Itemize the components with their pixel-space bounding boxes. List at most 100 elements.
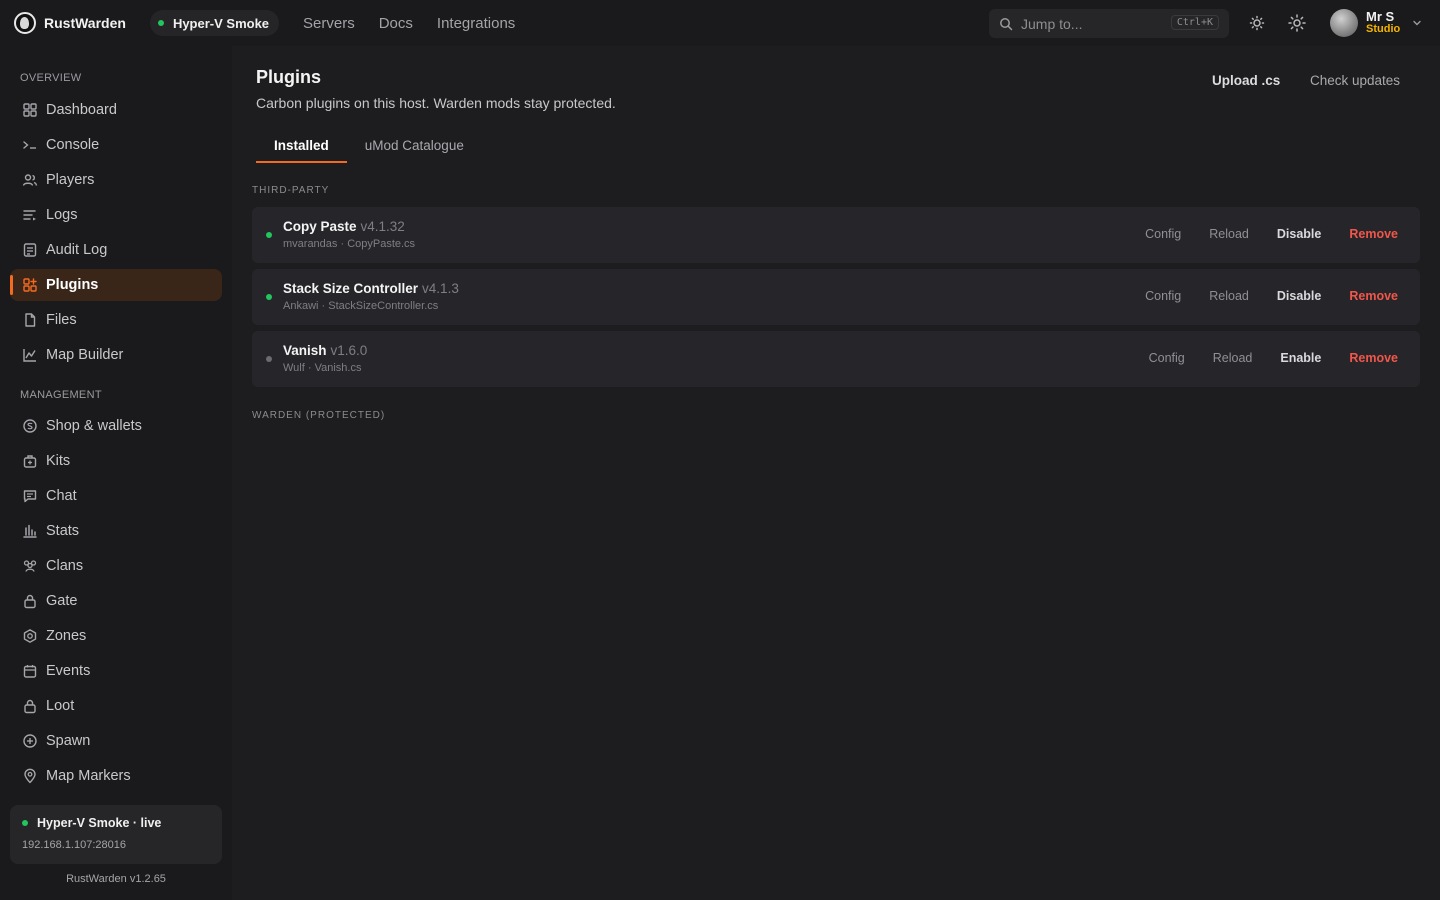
plus-circle-icon [23, 734, 37, 748]
chevron-down-icon [1413, 20, 1421, 26]
sidebar-item-console[interactable]: Console [10, 129, 222, 161]
sidebar-item-stats[interactable]: Stats [10, 515, 222, 547]
plugin-grid-icon [23, 278, 37, 292]
reload-button[interactable]: Reload [1209, 227, 1249, 241]
sidebar-item-label: Spawn [46, 733, 91, 749]
calendar-icon [23, 665, 37, 678]
sidebar-item-players[interactable]: Players [10, 164, 222, 196]
upload-button[interactable]: Upload .cs [1212, 73, 1280, 88]
sidebar-item-plugins[interactable]: Plugins [10, 269, 222, 301]
plugin-row: Stack Size Controller v4.1.3 Ankawi · Sta… [252, 269, 1420, 325]
section-management: MANAGEMENT [20, 389, 102, 401]
pin-icon [24, 768, 36, 784]
coin-icon [23, 419, 37, 433]
sidebar-item-label: Logs [46, 207, 78, 223]
page-subtitle: Carbon plugins on this host. Warden mods… [256, 95, 616, 111]
config-button[interactable]: Config [1145, 227, 1181, 241]
server-selector[interactable]: Hyper-V Smoke [149, 10, 280, 36]
chat-icon [23, 490, 37, 503]
sidebar-item-label: Players [46, 172, 95, 188]
enable-button[interactable]: Enable [1280, 351, 1321, 365]
plugin-name: Stack Size Controller [283, 281, 419, 296]
sidebar-item-events[interactable]: Events [10, 655, 222, 687]
user-menu[interactable]: Mr S Studio [1330, 9, 1422, 37]
tab-umod-catalogue[interactable]: uMod Catalogue [347, 130, 482, 163]
sidebar: OVERVIEW Dashboard Console Players Logs … [0, 46, 232, 900]
plugin-version: v4.1.3 [422, 281, 459, 296]
sidebar-item-logs[interactable]: Logs [10, 199, 222, 231]
remove-button[interactable]: Remove [1349, 227, 1398, 241]
sidebar-item-label: Files [46, 312, 77, 328]
config-button[interactable]: Config [1149, 351, 1185, 365]
sidebar-item-label: Gate [46, 593, 78, 609]
brightness-low-icon[interactable] [1248, 14, 1266, 32]
plugin-version: v1.6.0 [330, 343, 368, 358]
nav-docs[interactable]: Docs [379, 15, 413, 32]
sidebar-item-files[interactable]: Files [10, 304, 222, 336]
sidebar-item-label: Audit Log [46, 242, 108, 258]
sidebar-item-clans[interactable]: Clans [10, 550, 222, 582]
reload-button[interactable]: Reload [1213, 351, 1253, 365]
sidebar-item-label: Shop & wallets [46, 418, 142, 434]
plugin-actions: Config Reload Disable Remove [1117, 289, 1398, 303]
sidebar-item-label: Events [46, 663, 91, 679]
plugin-row: Vanish v1.6.0 Wulf · Vanish.cs Config Rel… [252, 331, 1420, 387]
lock-icon [24, 594, 36, 609]
enabled-status-dot [266, 232, 272, 238]
sidebar-item-dashboard[interactable]: Dashboard [10, 94, 222, 126]
user-role: Studio [1366, 23, 1401, 35]
sidebar-item-chat[interactable]: Chat [10, 480, 222, 512]
sidebar-item-label: Loot [46, 698, 75, 714]
server-status-title: Hyper-V Smoke · live [22, 816, 161, 830]
group-icon [23, 560, 37, 572]
sidebar-item-map-markers[interactable]: Map Markers [10, 760, 222, 792]
grid-icon [23, 103, 37, 117]
group-warden-protected: WARDEN (PROTECTED) [252, 410, 386, 421]
brand-name: RustWarden [44, 15, 126, 31]
plugin-name: Copy Paste [283, 219, 357, 234]
plugin-version: v4.1.32 [360, 219, 405, 234]
sidebar-item-label: Map Markers [46, 768, 131, 784]
nav-servers[interactable]: Servers [303, 15, 355, 32]
config-button[interactable]: Config [1145, 289, 1181, 303]
reload-button[interactable]: Reload [1209, 289, 1249, 303]
sidebar-item-loot[interactable]: Loot [10, 690, 222, 722]
plugin-tabs: Installed uMod Catalogue [256, 130, 482, 163]
check-updates-button[interactable]: Check updates [1310, 73, 1400, 88]
sidebar-item-label: Dashboard [46, 102, 117, 118]
disable-button[interactable]: Disable [1277, 289, 1321, 303]
search-placeholder: Jump to... [1021, 15, 1083, 32]
plugin-meta: mvarandas · CopyPaste.cs [283, 238, 416, 250]
sidebar-item-audit-log[interactable]: Audit Log [10, 234, 222, 266]
disabled-status-dot [266, 356, 272, 362]
app-version: RustWarden v1.2.65 [66, 873, 166, 885]
remove-button[interactable]: Remove [1349, 289, 1398, 303]
jump-search[interactable]: Jump to... Ctrl+K [989, 9, 1229, 38]
sidebar-item-map-builder[interactable]: Map Builder [10, 339, 222, 371]
avatar [1330, 9, 1358, 37]
brand[interactable]: RustWarden [14, 12, 126, 34]
remove-button[interactable]: Remove [1349, 351, 1398, 365]
brand-logo [14, 12, 36, 34]
sidebar-item-label: Console [46, 137, 100, 153]
sidebar-item-gate[interactable]: Gate [10, 585, 222, 617]
sidebar-item-label: Clans [46, 558, 84, 574]
sun-icon[interactable] [1288, 14, 1306, 32]
server-status-label: Hyper-V Smoke · live [37, 816, 162, 830]
zone-icon [23, 629, 37, 643]
main-content: Plugins Carbon plugins on this host. War… [232, 46, 1440, 900]
sidebar-item-shop-wallets[interactable]: Shop & wallets [10, 410, 222, 442]
server-name: Hyper-V Smoke [172, 15, 270, 31]
tab-installed[interactable]: Installed [256, 130, 347, 163]
nav-integrations[interactable]: Integrations [437, 15, 515, 32]
sidebar-item-spawn[interactable]: Spawn [10, 725, 222, 757]
disable-button[interactable]: Disable [1277, 227, 1321, 241]
plugin-title: Copy Paste v4.1.32 [283, 219, 405, 234]
server-status-card[interactable]: Hyper-V Smoke · live 192.168.1.107:28016 [10, 805, 222, 864]
page-title: Plugins [256, 67, 322, 87]
live-status-dot [157, 20, 164, 26]
sidebar-item-zones[interactable]: Zones [10, 620, 222, 652]
bar-chart-icon [23, 524, 37, 538]
sidebar-item-label: Chat [46, 488, 77, 504]
sidebar-item-kits[interactable]: Kits [10, 445, 222, 477]
